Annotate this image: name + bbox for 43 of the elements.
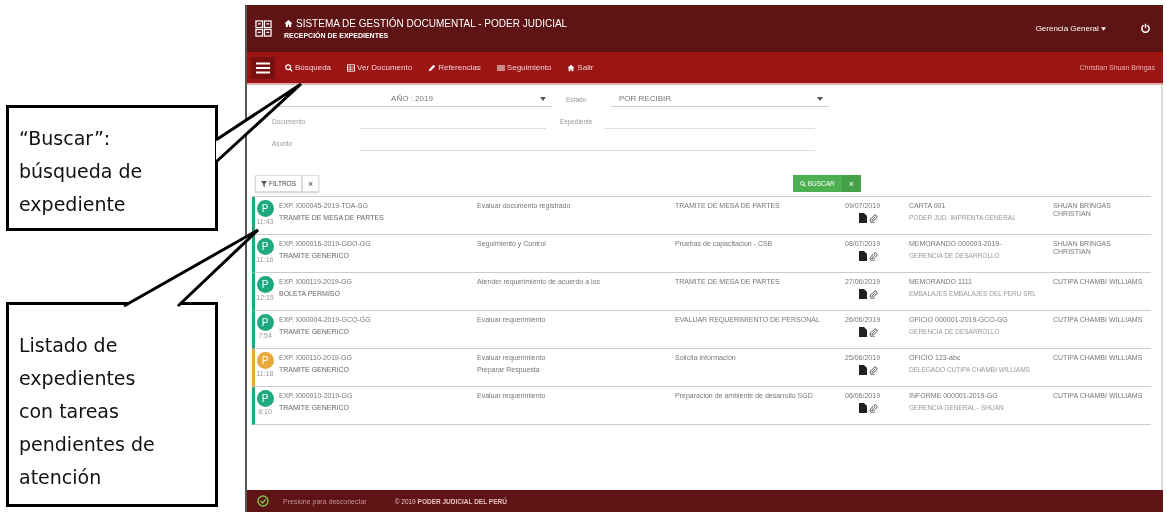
caret-icon xyxy=(817,96,823,101)
avatar: P xyxy=(256,390,274,407)
paperclip-icon[interactable] xyxy=(869,403,878,413)
menu-button[interactable] xyxy=(251,56,275,79)
file-icon[interactable] xyxy=(859,327,867,338)
file-icon[interactable] xyxy=(859,403,867,414)
paperclip-icon[interactable] xyxy=(869,327,878,337)
file-icon[interactable] xyxy=(859,251,867,262)
avatar: P xyxy=(256,314,274,331)
paperclip-icon[interactable] xyxy=(869,213,878,223)
home-icon xyxy=(284,19,293,28)
caret-icon xyxy=(540,96,546,101)
nav-item[interactable]: Seguimiento xyxy=(490,63,558,72)
user-menu[interactable]: Gerencia General xyxy=(1029,23,1112,34)
list-icon xyxy=(496,63,505,72)
search-icon xyxy=(799,180,806,187)
paperclip-icon[interactable] xyxy=(869,365,878,375)
power-icon[interactable] xyxy=(1140,23,1151,34)
nav-item[interactable]: Salir xyxy=(561,63,600,72)
caret-icon xyxy=(1101,27,1106,31)
avatar: P xyxy=(256,276,274,293)
paperclip-icon[interactable] xyxy=(869,251,878,261)
home-icon xyxy=(567,63,576,72)
pencil-icon xyxy=(428,63,437,72)
file-icon[interactable] xyxy=(859,289,867,300)
table-icon xyxy=(347,63,356,72)
avatar: P xyxy=(256,352,274,369)
status-select[interactable]: POR RECIBIR xyxy=(611,91,829,107)
nav-item[interactable]: Ver Documento xyxy=(341,63,419,72)
app-title: SISTEMA DE GESTIÓN DOCUMENTAL - PODER JUDICIAL xyxy=(296,18,568,29)
avatar: P xyxy=(256,238,274,255)
nav-item[interactable]: Búsqueda xyxy=(279,63,338,72)
logo-icon xyxy=(255,20,272,37)
check-icon xyxy=(257,495,269,507)
avatar: P xyxy=(256,200,274,217)
filter-icon xyxy=(261,180,267,187)
paperclip-icon[interactable] xyxy=(869,289,878,299)
file-icon[interactable] xyxy=(859,213,867,224)
file-icon[interactable] xyxy=(859,365,867,376)
callout: Listado de expedientes con tareas pendientes de atención xyxy=(6,302,218,507)
menu-icon xyxy=(256,61,270,74)
nav-item[interactable]: Referencias xyxy=(422,63,487,72)
search-icon xyxy=(285,63,293,72)
